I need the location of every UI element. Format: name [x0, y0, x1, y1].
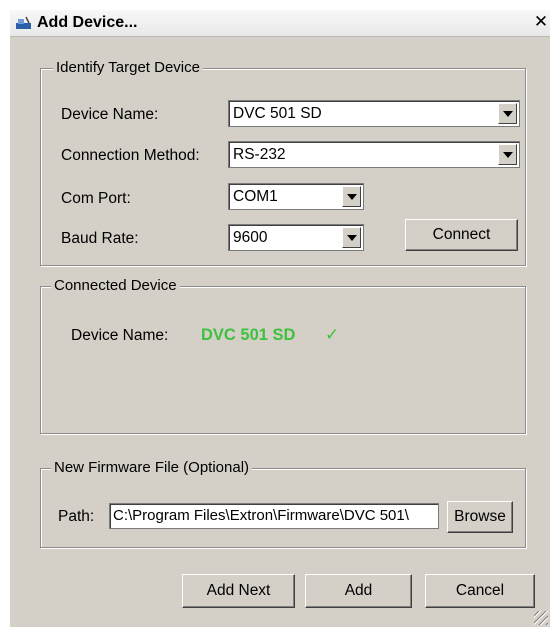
com-port-value: COM1: [233, 188, 278, 205]
com-port-label: Com Port:: [61, 190, 131, 207]
baud-rate-value: 9600: [233, 229, 268, 246]
device-name-label: Device Name:: [61, 106, 159, 123]
connection-method-label: Connection Method:: [61, 147, 200, 164]
device-app-icon: [16, 16, 31, 29]
browse-button[interactable]: Browse: [447, 501, 513, 533]
connection-method-select[interactable]: RS-232: [228, 141, 520, 168]
connected-device-name-value: DVC 501 SD: [201, 326, 296, 344]
firmware-file-legend: New Firmware File (Optional): [51, 459, 253, 476]
chevron-down-icon[interactable]: [342, 186, 361, 207]
path-input[interactable]: C:\Program Files\Extron\Firmware\DVC 501…: [109, 503, 439, 529]
add-device-dialog: Add Device... ✕ Identify Target Device D…: [10, 10, 550, 627]
connected-device-legend: Connected Device: [51, 277, 180, 294]
device-name-value: DVC 501 SD: [233, 105, 322, 122]
cancel-button[interactable]: Cancel: [425, 574, 535, 608]
add-button[interactable]: Add: [305, 574, 412, 608]
chevron-down-icon[interactable]: [342, 227, 361, 248]
chevron-down-icon[interactable]: [498, 144, 517, 165]
close-button[interactable]: ✕: [532, 13, 550, 31]
identify-target-group: Identify Target Device Device Name: DVC …: [40, 59, 526, 266]
path-value: C:\Program Files\Extron\Firmware\DVC 501…: [113, 507, 409, 524]
baud-rate-label: Baud Rate:: [61, 230, 139, 247]
connected-device-name-label: Device Name:: [71, 327, 169, 344]
baud-rate-select[interactable]: 9600: [228, 224, 364, 251]
connected-device-group: Connected Device Device Name: DVC 501 SD…: [40, 277, 526, 434]
resize-grip[interactable]: [534, 611, 548, 625]
device-name-select[interactable]: DVC 501 SD: [228, 100, 520, 127]
connect-button[interactable]: Connect: [405, 219, 518, 251]
identify-target-legend: Identify Target Device: [53, 59, 203, 76]
chevron-down-icon[interactable]: [498, 103, 517, 124]
path-label: Path:: [58, 508, 95, 525]
connection-method-value: RS-232: [233, 146, 286, 163]
window-title: Add Device...: [37, 14, 138, 31]
com-port-select[interactable]: COM1: [228, 183, 364, 210]
firmware-file-group: New Firmware File (Optional) Path: C:\Pr…: [40, 459, 526, 548]
add-next-button[interactable]: Add Next: [182, 574, 295, 608]
title-bar: Add Device... ✕: [10, 10, 550, 37]
checkmark-icon: ✓: [325, 325, 340, 344]
